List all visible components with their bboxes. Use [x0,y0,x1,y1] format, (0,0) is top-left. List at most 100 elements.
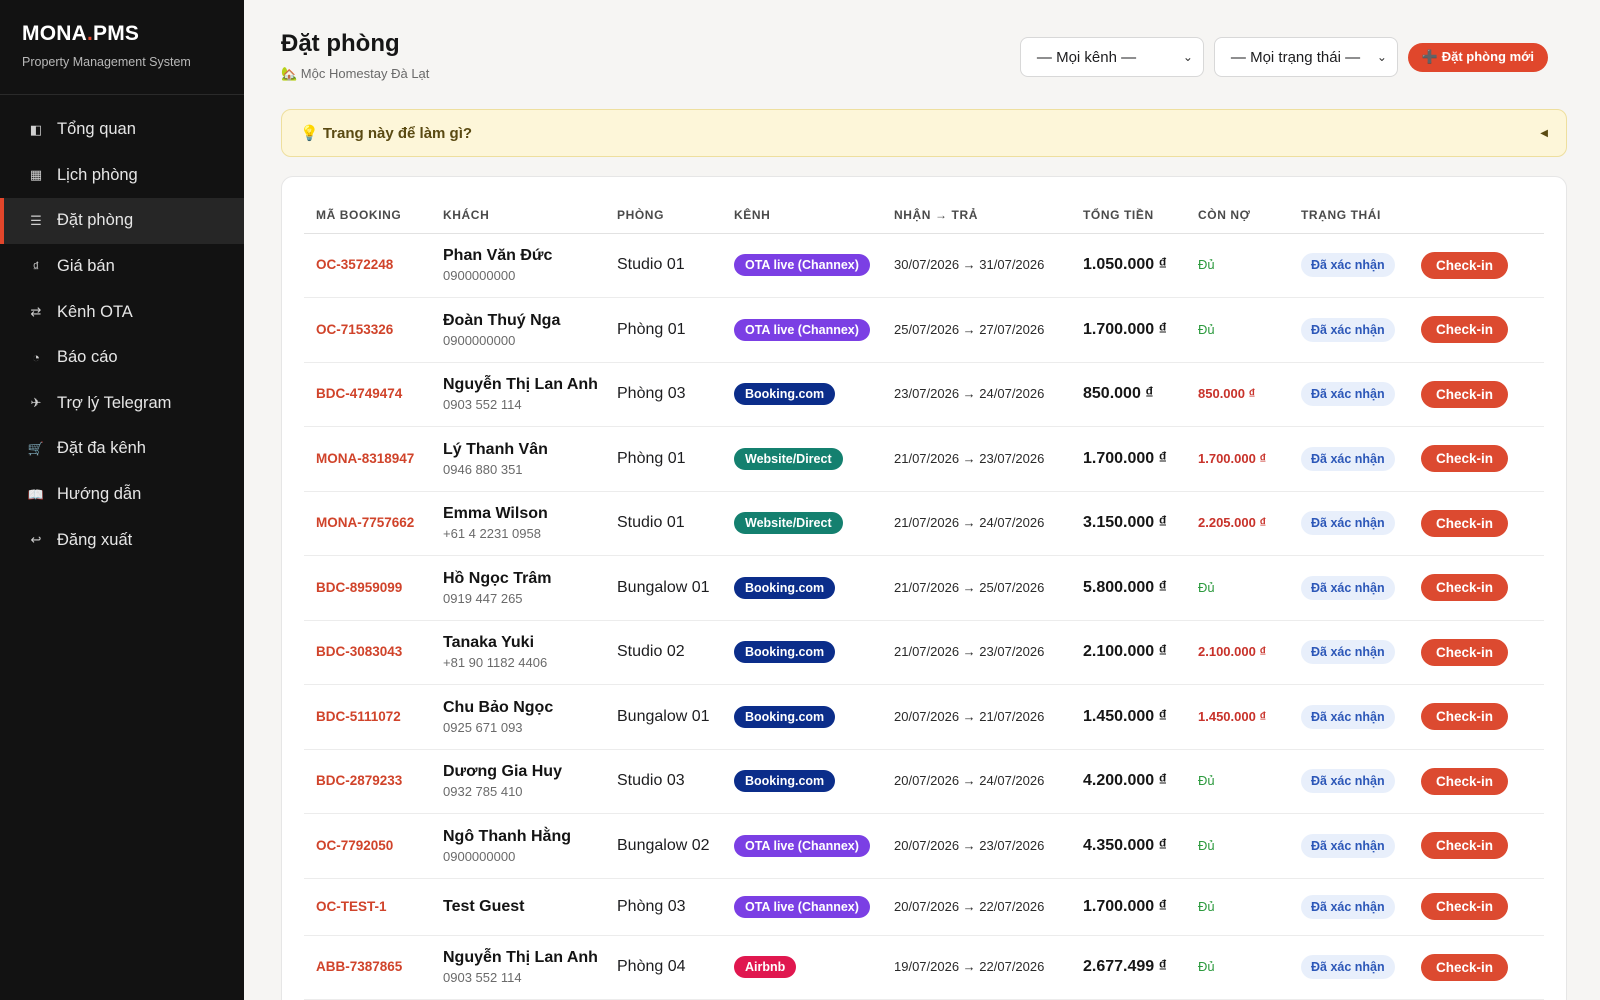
table-row[interactable]: OC-7153326 Đoàn Thuý Nga 0900000000 Phòng 0… [304,297,1544,363]
check-in-button[interactable]: Check-in [1421,832,1509,860]
sidebar-item-logout[interactable]: ↩ Đăng xuất [0,517,244,563]
check-in-button[interactable]: Check-in [1421,638,1509,666]
overview-icon: ◧ [29,121,43,137]
room-cell: Bungalow 01 [605,555,722,621]
actions-cell: Check-in [1409,426,1544,492]
bookings-card: MÃ BOOKING KHÁCH PHÒNG KÊNH NHẬN → TRẢ TỔNG T… [281,176,1567,1000]
status-cell: Đã xác nhận [1289,935,1409,1000]
status-cell: Đã xác nhận [1289,233,1409,298]
booking-code[interactable]: BDC-8959099 [316,580,402,595]
check-in-button[interactable]: Check-in [1421,445,1509,473]
total-amount: 1.450.000 ₫ [1083,707,1167,725]
balance-cell: 850.000 ₫ [1186,362,1289,427]
col-balance-header: CÒN NỢ [1186,197,1289,234]
check-in-button[interactable]: Check-in [1421,251,1509,279]
check-in-button[interactable]: Check-in [1421,509,1509,537]
stay-dates: 20/07/2026 → 22/07/2026 [894,898,1045,914]
sidebar-item-telegram-assistant[interactable]: ✈ Trợ lý Telegram [0,381,244,427]
status-filter-select[interactable]: — Mọi trạng thái — ⌄ [1213,37,1398,77]
channel-filter-select[interactable]: — Mọi kênh — ⌄ [1019,37,1204,77]
check-in-button[interactable]: Check-in [1421,703,1509,731]
check-in-button[interactable]: Check-in [1421,893,1509,920]
check-in-button[interactable]: Check-in [1421,316,1509,344]
booking-code-cell: BDC-4749474 [304,362,431,427]
guest-cell: Nguyễn Thị Lan Anh 0903 552 114 [431,935,605,1000]
table-row[interactable]: MONA-7757662 Emma Wilson +61 4 2231 0958 St… [304,491,1544,556]
stay-dates: 30/07/2026 → 31/07/2026 [894,257,1045,273]
col-total-header: TỔNG TIỀN [1071,197,1186,234]
booking-code[interactable]: MONA-8318947 [316,451,414,466]
sidebar-item-room-calendar[interactable]: ▦ Lịch phòng [0,153,244,199]
table-row[interactable]: ABB-7387865 Nguyễn Thị Lan Anh 0903 552 11… [304,935,1544,1000]
actions-cell: Check-in [1409,491,1544,556]
guest-name: Phan Văn Đức [443,247,553,265]
booking-code[interactable]: OC-7792050 [316,838,393,853]
channel-badge: Booking.com [734,641,836,664]
status-badge: Đã xác nhận [1301,894,1395,919]
booking-code[interactable]: ABB-7387865 [316,959,402,974]
table-row[interactable]: OC-TEST-1 Test Guest Phòng 03 OTA live (Cha… [304,878,1544,936]
status-badge: Đã xác nhận [1301,769,1395,794]
sidebar-item-guide[interactable]: 📖 Hướng dẫn [0,472,244,518]
dates-cell: 30/07/2026 → 31/07/2026 [882,233,1071,298]
booking-code[interactable]: OC-7153326 [316,322,393,337]
table-row[interactable]: OC-3572248 Phan Văn Đức 0900000000 Studio 0… [304,233,1544,298]
booking-code[interactable]: BDC-4749474 [316,386,402,401]
guest-name: Lý Thanh Vân [443,440,548,458]
dates-cell: 21/07/2026 → 23/07/2026 [882,620,1071,685]
col-guest-header: KHÁCH [431,197,605,234]
table-row[interactable]: BDC-3083043 Tanaka Yuki +81 90 1182 4406 St… [304,620,1544,685]
guest-phone: 0932 785 410 [443,784,523,800]
stay-dates: 21/07/2026 → 23/07/2026 [894,644,1045,660]
table-row[interactable]: BDC-2879233 Dương Gia Huy 0932 785 410 Stud… [304,749,1544,814]
booking-code[interactable]: BDC-5111072 [316,709,401,724]
balance-due: 1.450.000 ₫ [1198,708,1267,724]
check-in-button[interactable]: Check-in [1421,953,1509,981]
help-accordion[interactable]: 💡 Trang này để làm gì? ◀ [281,109,1567,157]
balance-due: Đủ [1198,321,1215,337]
filters-bar: — Mọi kênh — ⌄ — Mọi trạng thái — ⌄ ➕ Đặ… [1019,37,1548,77]
status-badge: Đã xác nhận [1301,833,1395,858]
sidebar-item-ota-channels[interactable]: ⇄ Kênh OTA [0,289,244,335]
table-row[interactable]: MONA-8318947 Lý Thanh Vân 0946 880 351 Phòn… [304,426,1544,492]
booking-code[interactable]: MONA-7757662 [316,515,414,530]
table-row[interactable]: BDC-5111072 Chu Bảo Ngọc 0925 671 093 Bunga… [304,684,1544,750]
booking-code-cell: OC-3572248 [304,233,431,298]
sidebar-item-multi-channel-booking[interactable]: 🛒 Đặt đa kênh [0,426,244,472]
total-cell: 4.200.000 ₫ [1071,749,1186,814]
balance-due: Đủ [1198,773,1215,789]
booking-code[interactable]: OC-TEST-1 [316,899,387,914]
total-cell: 4.350.000 ₫ [1071,813,1186,879]
check-in-button[interactable]: Check-in [1421,574,1509,602]
check-in-button[interactable]: Check-in [1421,380,1509,408]
booking-code[interactable]: BDC-2879233 [316,773,402,788]
booking-code[interactable]: BDC-3083043 [316,644,402,659]
bookings-table: MÃ BOOKING KHÁCH PHÒNG KÊNH NHẬN → TRẢ TỔNG T… [304,197,1544,1000]
sidebar-item-label: Hướng dẫn [57,485,142,504]
stay-dates: 20/07/2026 → 23/07/2026 [894,837,1045,853]
table-row[interactable]: OC-7792050 Ngô Thanh Hằng 0900000000 Bungal… [304,813,1544,879]
check-in-button[interactable]: Check-in [1421,767,1509,795]
sidebar-item-pricing[interactable]: ₫ Giá bán [0,244,244,290]
telegram-assistant-icon: ✈ [30,395,42,411]
brand-logo[interactable]: MONA.PMS [22,22,222,46]
sidebar-item-bookings[interactable]: ☰ Đặt phòng [0,198,244,244]
pricing-icon: ₫ [32,259,40,275]
sidebar-item-reports[interactable]: ◔ Báo cáo [0,335,244,381]
dates-cell: 21/07/2026 → 24/07/2026 [882,491,1071,556]
bookings-icon: ☰ [30,212,42,228]
status-cell: Đã xác nhận [1289,362,1409,427]
guest-cell: Đoàn Thuý Nga 0900000000 [431,297,605,363]
total-cell: 1.700.000 ₫ [1071,426,1186,492]
table-row[interactable]: BDC-4749474 Nguyễn Thị Lan Anh 0903 552 11… [304,362,1544,427]
booking-code[interactable]: OC-3572248 [316,257,393,272]
dates-cell: 20/07/2026 → 23/07/2026 [882,813,1071,879]
new-booking-button[interactable]: ➕ Đặt phòng mới [1407,42,1548,72]
dates-cell: 21/07/2026 → 23/07/2026 [882,426,1071,492]
ota-channels-icon: ⇄ [30,304,42,320]
table-row[interactable]: BDC-8959099 Hồ Ngọc Trâm 0919 447 265 Bunga… [304,555,1544,621]
channel-cell: Booking.com [722,749,882,814]
channel-badge: OTA live (Channex) [734,254,870,277]
channel-badge: Airbnb [734,956,797,979]
sidebar-item-overview[interactable]: ◧ Tổng quan [0,107,244,153]
